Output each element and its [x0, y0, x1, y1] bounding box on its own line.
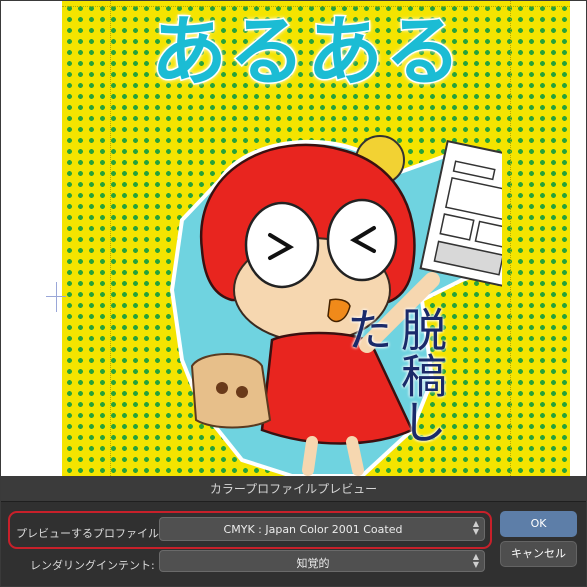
rendering-intent-value: 知覚的	[296, 557, 330, 570]
up-down-arrows-icon: ▲ ▼	[472, 552, 479, 569]
character-illustration	[169, 135, 502, 476]
color-profile-preview-dialog: カラープロファイルプレビュー プレビューするプロファイル: CMYK : Jap…	[0, 476, 587, 587]
rendering-intent-label: レンダリングインテント:	[30, 559, 155, 572]
artwork-canvas[interactable]: あるある 脱稿した	[62, 0, 570, 476]
up-down-arrows-icon: ▲ ▼	[472, 519, 479, 536]
dialog-title: カラープロファイルプレビュー	[209, 482, 378, 496]
artwork-caption: 脱稿した	[340, 306, 448, 444]
artwork-title: あるある	[150, 7, 463, 96]
preview-profile-value: CMYK : Japan Color 2001 Coated	[223, 523, 403, 536]
ok-button[interactable]: OK	[500, 511, 577, 537]
crosshair-icon	[46, 296, 66, 297]
preview-profile-label: プレビューするプロファイル:	[16, 527, 163, 540]
cancel-button[interactable]: キャンセル	[500, 541, 577, 567]
dialog-titlebar[interactable]: カラープロファイルプレビュー	[0, 476, 587, 502]
rendering-intent-select[interactable]: 知覚的 ▲ ▼	[159, 550, 485, 572]
guide-line	[110, 0, 111, 476]
preview-profile-select[interactable]: CMYK : Japan Color 2001 Coated ▲ ▼	[159, 517, 485, 541]
canvas-area[interactable]: あるある 脱稿した	[0, 0, 587, 476]
guide-line	[510, 0, 511, 476]
crosshair-icon	[56, 282, 57, 312]
